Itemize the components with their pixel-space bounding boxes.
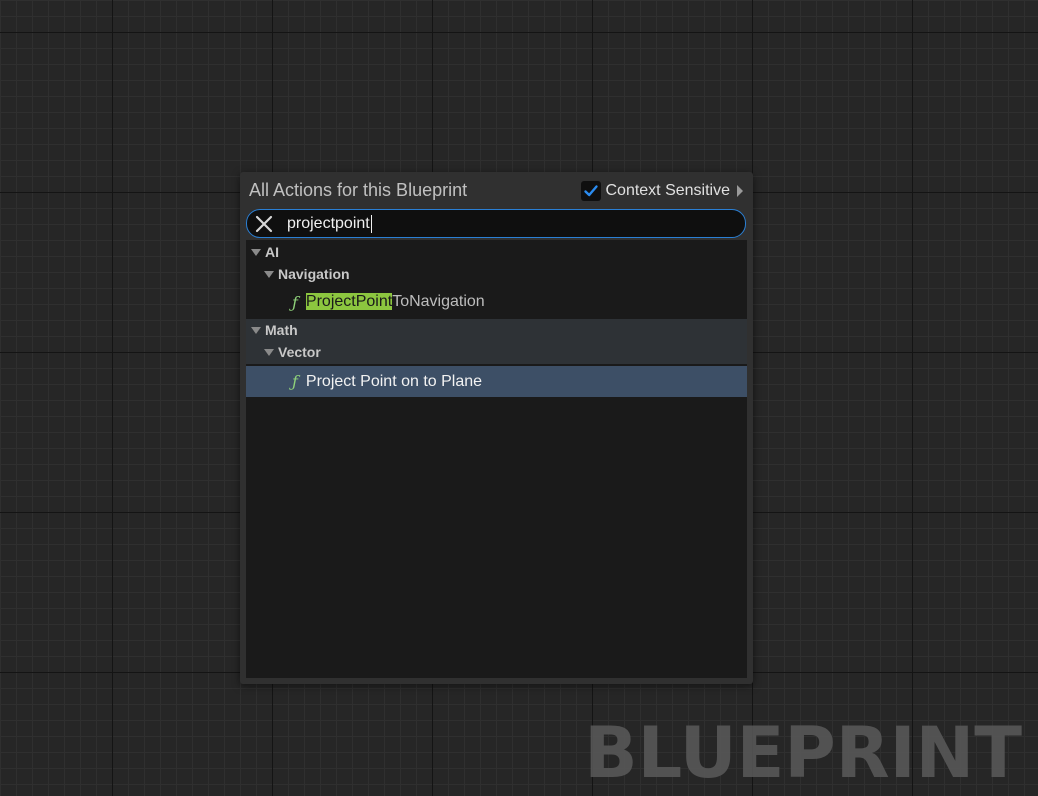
item-label: ProjectPointToNavigation [305,293,485,311]
search-input[interactable]: projectpoint [287,212,687,236]
triangle-down-icon[interactable] [251,248,261,256]
category-label: Math [265,322,298,338]
category-navigation[interactable]: Navigation [246,264,747,284]
clear-search-button[interactable] [253,213,275,235]
action-menu: All Actions for this Blueprint Context S… [240,172,753,684]
blueprint-watermark: BLUEPRINT [584,712,1022,794]
function-icon: ƒ [292,372,298,391]
search-match-highlight: ProjectPoint [305,293,393,310]
search-input-value: projectpoint [287,214,370,232]
close-icon [255,215,273,232]
item-label: Project Point on to Plane [305,372,483,390]
menu-title: All Actions for this Blueprint [249,180,468,200]
category-vector[interactable]: Vector [246,342,747,362]
triangle-down-icon[interactable] [264,270,274,278]
context-sensitive-label: Context Sensitive [605,182,730,199]
action-menu-header: All Actions for this Blueprint Context S… [240,172,753,210]
context-sensitive-toggle[interactable]: Context Sensitive [581,181,743,201]
triangle-down-icon[interactable] [264,348,274,356]
context-sensitive-checkbox[interactable] [581,181,602,201]
action-list[interactable]: AI Navigation ƒ ProjectPointToNavigation… [246,240,747,678]
triangle-right-icon[interactable] [737,185,743,197]
item-label-rest: ToNavigation [392,293,485,310]
list-item-project-point-to-navigation[interactable]: ƒ ProjectPointToNavigation [246,289,747,315]
function-icon: ƒ [292,292,298,312]
category-label: AI [265,244,279,260]
text-caret [370,214,372,233]
category-label: Navigation [278,266,350,282]
triangle-down-icon[interactable] [251,326,261,334]
category-ai[interactable]: AI [246,242,747,262]
category-label: Vector [278,344,321,360]
list-item-project-point-on-to-plane[interactable]: ƒ Project Point on to Plane [246,366,747,397]
search-box[interactable]: projectpoint [246,209,746,238]
category-math[interactable]: Math [246,320,747,340]
checkmark-icon [584,185,599,197]
